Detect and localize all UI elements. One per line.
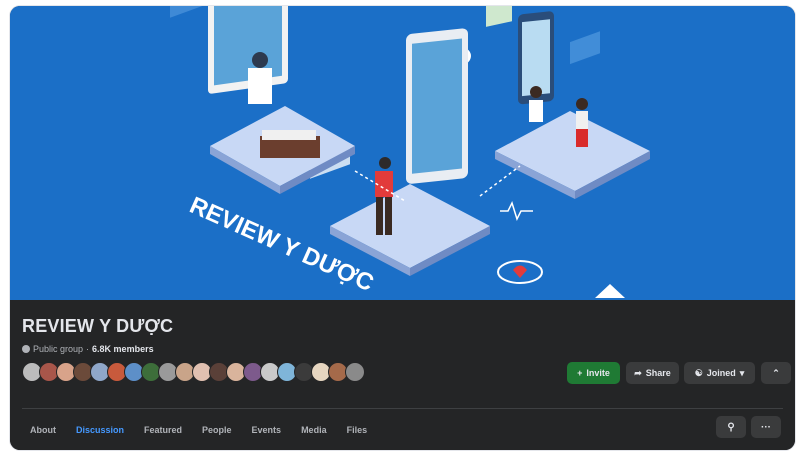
- group-header: REVIEW Y DƯỢC Public group · 6.8K member…: [10, 300, 795, 450]
- more-button[interactable]: ···: [751, 416, 781, 438]
- chevron-up-icon: ⌃: [772, 367, 780, 378]
- member-avatars[interactable]: [22, 362, 365, 382]
- cover-illustration: REVIEW Y DƯỢC: [10, 6, 795, 300]
- share-icon: ➦: [634, 367, 642, 378]
- share-button[interactable]: ➦ Share: [626, 362, 679, 384]
- caret-down-icon: ▾: [739, 367, 745, 378]
- joined-button[interactable]: ☯ Joined ▾: [684, 362, 755, 384]
- group-tabs: About Discussion Featured People Events …: [22, 416, 377, 444]
- search-button[interactable]: ⚲: [716, 416, 746, 438]
- tab-files[interactable]: Files: [337, 416, 378, 444]
- group-page: REVIEW Y DƯỢC REVIEW Y DƯỢC Public group…: [10, 6, 795, 450]
- privacy-label: Public group: [33, 344, 84, 354]
- more-icon: ···: [761, 421, 771, 433]
- collapse-button[interactable]: ⌃: [761, 362, 791, 384]
- tab-people[interactable]: People: [192, 416, 242, 444]
- share-label: Share: [645, 368, 671, 378]
- globe-icon: [22, 345, 30, 353]
- tab-events[interactable]: Events: [242, 416, 292, 444]
- tab-featured[interactable]: Featured: [134, 416, 192, 444]
- meta-separator: ·: [86, 344, 90, 354]
- tab-about[interactable]: About: [22, 416, 66, 444]
- search-icon: ⚲: [727, 421, 735, 433]
- invite-button[interactable]: + Invite: [567, 362, 620, 384]
- joined-label: Joined: [706, 368, 736, 378]
- header-divider: [22, 408, 783, 409]
- invite-label: Invite: [586, 368, 610, 378]
- tab-discussion[interactable]: Discussion: [66, 416, 134, 444]
- member-count[interactable]: 6.8K members: [92, 344, 154, 354]
- joined-icon: ☯: [694, 367, 703, 378]
- member-avatar[interactable]: [345, 362, 365, 382]
- group-meta: Public group · 6.8K members: [22, 344, 154, 354]
- group-title[interactable]: REVIEW Y DƯỢC: [22, 316, 173, 337]
- tab-media[interactable]: Media: [291, 416, 337, 444]
- cover-photo[interactable]: REVIEW Y DƯỢC: [10, 6, 795, 300]
- plus-icon: +: [577, 368, 583, 378]
